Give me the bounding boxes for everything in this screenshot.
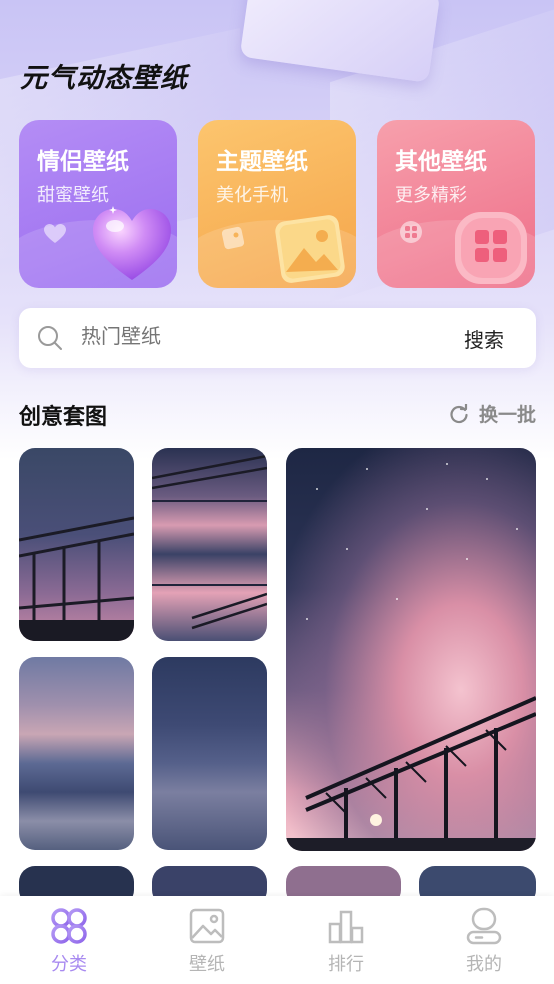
section-title: 创意套图	[19, 405, 108, 430]
image-icon	[189, 908, 225, 944]
small-grid-icon	[400, 221, 422, 243]
wallpaper-thumbnail[interactable]	[19, 448, 134, 641]
tab-label: 分类	[51, 954, 87, 975]
wallpaper-thumbnail[interactable]	[19, 657, 134, 850]
search-icon	[38, 326, 62, 350]
bottom-tab-bar: 分类 壁纸 排行 我的	[0, 896, 554, 984]
sparkle-icon	[109, 206, 117, 214]
app-title: 元气动态壁纸	[20, 63, 188, 94]
category-card-couple[interactable]: 情侣壁纸 甜蜜壁纸	[19, 120, 177, 288]
profile-icon	[466, 907, 502, 945]
category-subtitle: 甜蜜壁纸	[37, 185, 109, 206]
small-image-icon	[221, 226, 245, 250]
category-icon	[51, 908, 87, 944]
search-input[interactable]	[81, 324, 381, 348]
refresh-label: 换一批	[478, 404, 536, 426]
tab-label: 壁纸	[189, 954, 225, 975]
tab-ranking[interactable]: 排行	[277, 906, 415, 976]
category-title: 主题壁纸	[216, 149, 308, 175]
refresh-icon	[450, 403, 468, 423]
image-icon	[275, 215, 345, 283]
wallpaper-thumbnail-featured[interactable]	[286, 448, 536, 851]
heart-icon	[93, 209, 171, 280]
category-subtitle: 美化手机	[216, 185, 288, 206]
wallpaper-thumbnail[interactable]	[152, 657, 267, 850]
tab-profile[interactable]: 我的	[415, 906, 553, 976]
tab-wallpaper[interactable]: 壁纸	[138, 906, 276, 976]
grid-apps-icon	[455, 212, 527, 284]
small-heart-icon	[44, 224, 66, 243]
tab-label: 排行	[328, 954, 364, 975]
bridge-silhouette	[286, 696, 536, 851]
refresh-button[interactable]: 换一批	[449, 400, 536, 427]
category-title: 情侣壁纸	[37, 149, 129, 175]
category-title: 其他壁纸	[395, 149, 487, 175]
ranking-icon	[328, 910, 364, 944]
category-subtitle: 更多精彩	[395, 185, 467, 206]
bridge-silhouette	[152, 454, 267, 630]
bridge-silhouette	[19, 516, 134, 641]
search-bar: 搜索	[19, 308, 536, 368]
wallpaper-thumbnail[interactable]	[152, 448, 267, 641]
tab-label: 我的	[466, 954, 502, 975]
tab-category[interactable]: 分类	[0, 906, 138, 976]
category-card-other[interactable]: 其他壁纸 更多精彩	[377, 120, 535, 288]
category-card-theme[interactable]: 主题壁纸 美化手机	[198, 120, 356, 288]
search-button[interactable]: 搜索	[464, 324, 504, 353]
